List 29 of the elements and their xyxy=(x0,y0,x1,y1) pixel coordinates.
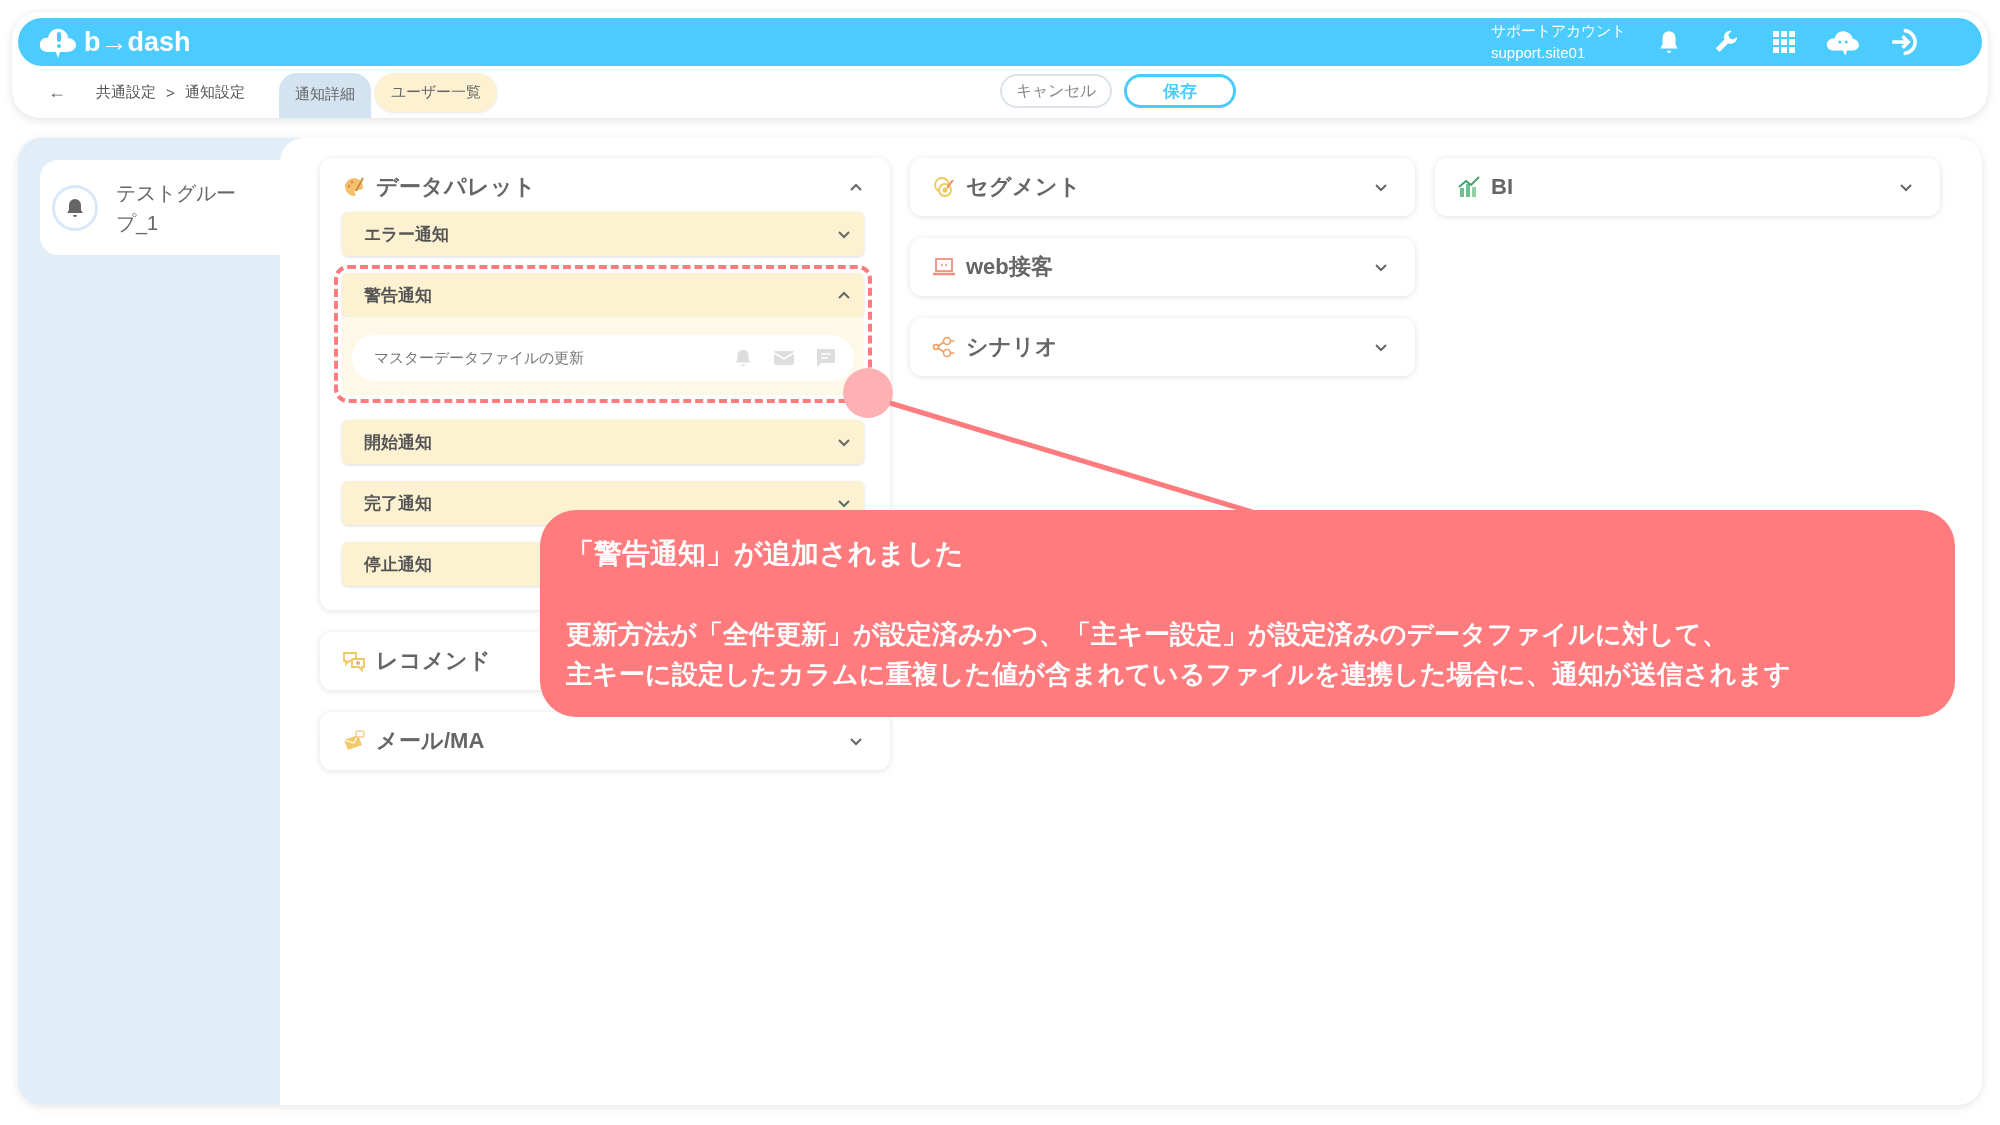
palette-icon xyxy=(342,175,366,199)
cancel-button[interactable]: キャンセル xyxy=(1000,74,1112,108)
notification-group-row[interactable]: 開始通知 xyxy=(342,420,864,464)
card-title: BI xyxy=(1491,174,1513,200)
notification-group-row[interactable]: エラー通知 xyxy=(342,212,864,256)
card-title: レコメンド xyxy=(376,647,491,675)
breadcrumb-separator: > xyxy=(166,83,175,101)
tab[interactable]: 通知詳細 xyxy=(278,73,371,118)
target-icon xyxy=(932,175,956,199)
card-title: セグメント xyxy=(966,173,1081,201)
card-title: web接客 xyxy=(966,253,1053,281)
back-button[interactable]: ← xyxy=(48,81,66,103)
sidebar-item[interactable]: テストグループ_1 xyxy=(40,160,280,255)
chat-bubbles-icon xyxy=(342,649,366,673)
envelope-icon xyxy=(342,729,366,753)
card-title: シナリオ xyxy=(966,333,1058,361)
chart-icon xyxy=(1457,175,1481,199)
account-label: サポートアカウント xyxy=(1491,21,1626,41)
tab[interactable]: ユーザー一覧 xyxy=(374,72,497,112)
breadcrumb-item[interactable]: 通知設定 xyxy=(184,82,245,102)
bell-icon xyxy=(52,184,98,231)
callout-text: 主キーに設定したカラムに重複した値が含まれているファイルを連携した場合に、通知が送信されます xyxy=(566,658,1792,691)
card-title: データパレット xyxy=(376,173,536,201)
card-title: メール/MA xyxy=(376,727,485,755)
account-id: support.site01 xyxy=(1491,43,1587,63)
callout-text: 更新方法が「全件更新」が設定済みかつ、「主キー設定」が設定済みのデータファイルに対して、 xyxy=(566,618,1729,651)
flow-nodes-icon xyxy=(932,335,956,359)
notification-group-row[interactable]: 警告通知 xyxy=(342,273,864,317)
breadcrumb-item[interactable]: 共通設定 xyxy=(96,82,156,102)
